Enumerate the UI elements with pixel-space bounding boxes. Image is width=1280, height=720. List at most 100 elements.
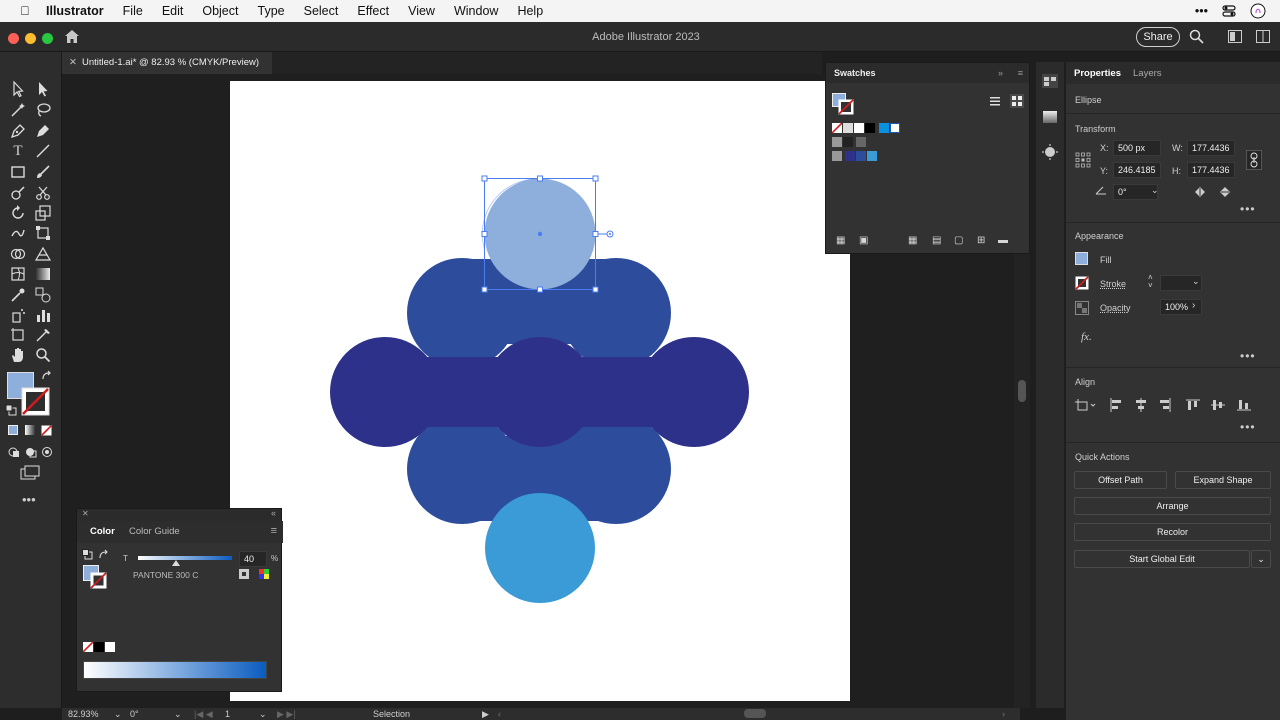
tint-value-field[interactable]: 40 — [239, 551, 267, 567]
gradient-panel-icon[interactable] — [1043, 111, 1057, 123]
more-icon[interactable]: ••• — [1195, 4, 1208, 18]
web-safe-color-icon[interactable] — [259, 569, 269, 579]
swatch-registration[interactable] — [843, 123, 853, 133]
share-button[interactable]: Share — [1136, 27, 1180, 47]
scroll-left-icon[interactable]: ‹ — [498, 709, 501, 719]
angle-dropdown-icon[interactable]: ⌄ — [1151, 185, 1159, 196]
tint-slider-track[interactable] — [138, 556, 232, 560]
tab-layers[interactable]: Layers — [1133, 68, 1162, 79]
shape-builder-tool-icon[interactable] — [9, 245, 27, 263]
stroke-label[interactable]: Stroke — [1100, 279, 1126, 289]
artboard-tool-icon[interactable] — [9, 326, 27, 344]
lasso-tool-icon[interactable] — [34, 101, 52, 119]
draw-normal-icon[interactable] — [8, 446, 20, 458]
close-panel-icon[interactable]: ✕ — [82, 509, 89, 518]
appearance-panel-icon[interactable] — [1042, 144, 1058, 160]
gradient-tool-icon[interactable] — [36, 268, 50, 280]
y-field[interactable]: 246.4185 — [1113, 162, 1161, 178]
swatch-none[interactable] — [832, 123, 842, 133]
opacity-label[interactable]: Opacity — [1100, 303, 1131, 313]
free-transform-tool-icon[interactable] — [34, 224, 52, 242]
opacity-arrow-icon[interactable]: › — [1192, 300, 1195, 311]
line-tool-icon[interactable] — [34, 142, 52, 160]
align-more-options-icon[interactable]: ••• — [1240, 420, 1256, 434]
menu-window[interactable]: Window — [454, 4, 498, 18]
w-field[interactable]: 177.4436 — [1187, 140, 1235, 156]
offset-path-button[interactable]: Offset Path — [1074, 471, 1167, 489]
menu-file[interactable]: File — [123, 4, 143, 18]
symbol-sprayer-tool-icon[interactable] — [9, 306, 27, 324]
swatch-stroke-indicator[interactable] — [838, 99, 854, 115]
zoom-level[interactable]: 82.93% — [68, 709, 99, 719]
grid-view-icon[interactable] — [1010, 94, 1024, 108]
slice-tool-icon[interactable] — [34, 326, 52, 344]
rotate-view-angle[interactable]: 0° — [130, 709, 139, 719]
color-default-icon[interactable] — [82, 549, 93, 560]
swatch-dark-1[interactable] — [843, 137, 853, 147]
eyedropper-tool-icon[interactable] — [9, 286, 27, 304]
swatch-white[interactable] — [854, 123, 864, 133]
menu-object[interactable]: Object — [202, 4, 238, 18]
pen-tool-icon[interactable] — [9, 122, 27, 140]
angle-chevron-icon[interactable]: ⌄ — [174, 709, 182, 720]
none-mode-button[interactable] — [41, 425, 52, 436]
swatches-title[interactable]: Swatches — [834, 68, 876, 78]
zoom-tool-icon[interactable] — [34, 346, 52, 364]
transform-more-options-icon[interactable]: ••• — [1240, 202, 1256, 216]
constrain-proportions-link-icon[interactable] — [1246, 150, 1262, 170]
tab-properties[interactable]: Properties — [1074, 68, 1121, 79]
collapse-panel-icon[interactable]: » — [998, 63, 1003, 83]
status-menu-arrow-icon[interactable]: ▶ — [482, 709, 489, 720]
white-color-swatch[interactable] — [105, 642, 115, 652]
siri-icon[interactable] — [1250, 3, 1266, 19]
align-vertical-center-icon[interactable] — [1211, 398, 1225, 412]
shaper-tool-icon[interactable] — [9, 184, 27, 202]
swatch-sky[interactable] — [867, 151, 877, 161]
start-global-edit-button[interactable]: Start Global Edit — [1074, 550, 1250, 568]
align-bottom-icon[interactable] — [1237, 398, 1251, 412]
artboard-nav-first-icon[interactable]: |◀ ◀ — [194, 709, 213, 720]
color-swap-icon[interactable] — [98, 549, 109, 560]
control-center-icon[interactable] — [1222, 5, 1236, 17]
delete-swatch-icon[interactable]: ▬ — [998, 235, 1008, 246]
selection-tool-icon[interactable] — [9, 80, 27, 98]
tint-slider-handle[interactable] — [172, 560, 180, 566]
h-field[interactable]: 177.4436 — [1187, 162, 1235, 178]
swatch-black[interactable] — [865, 123, 875, 133]
color-mode-button[interactable] — [8, 425, 18, 435]
arrange-button[interactable]: Arrange — [1074, 497, 1271, 515]
mesh-tool-icon[interactable] — [9, 265, 27, 283]
direct-selection-tool-icon[interactable] — [34, 80, 52, 98]
black-color-swatch[interactable] — [94, 642, 104, 652]
flip-horizontal-icon[interactable] — [1194, 187, 1206, 197]
color-spectrum-bar[interactable] — [83, 661, 267, 679]
document-tab[interactable]: ✕ Untitled-1.ai* @ 82.93 % (CMYK/Preview… — [62, 52, 272, 74]
edit-toolbar-icon[interactable]: ••• — [22, 492, 36, 507]
expand-shape-button[interactable]: Expand Shape — [1175, 471, 1271, 489]
list-view-icon[interactable] — [989, 95, 1001, 107]
draw-inside-icon[interactable] — [41, 446, 53, 458]
menu-help[interactable]: Help — [517, 4, 543, 18]
scrollbar-thumb[interactable] — [1018, 380, 1026, 402]
align-top-icon[interactable] — [1186, 398, 1200, 412]
artboard-chevron-icon[interactable]: ⌄ — [259, 709, 267, 720]
menu-app-name[interactable]: Illustrator — [46, 4, 104, 18]
gamut-warning-icon[interactable] — [239, 569, 249, 579]
artboard-nav-last-icon[interactable]: ▶ ▶| — [277, 709, 296, 720]
apple-icon[interactable]:  — [16, 4, 34, 18]
tab-color-guide[interactable]: Color Guide — [129, 526, 180, 537]
swatch-royal[interactable] — [856, 151, 866, 161]
align-left-icon[interactable] — [1109, 398, 1123, 412]
flip-vertical-icon[interactable] — [1220, 186, 1230, 198]
rectangle-tool-icon[interactable] — [9, 163, 27, 181]
swatch-selected[interactable] — [890, 123, 900, 133]
swatch-blue[interactable] — [879, 123, 889, 133]
show-swatch-kinds-icon[interactable]: ▣ — [859, 235, 868, 246]
magic-wand-tool-icon[interactable] — [9, 101, 27, 119]
perspective-grid-tool-icon[interactable] — [34, 245, 52, 263]
scale-tool-icon[interactable] — [34, 204, 52, 222]
menu-type[interactable]: Type — [258, 4, 285, 18]
curvature-tool-icon[interactable] — [34, 122, 52, 140]
column-graph-tool-icon[interactable] — [34, 306, 52, 324]
new-swatch-icon[interactable]: ⊞ — [977, 235, 985, 246]
